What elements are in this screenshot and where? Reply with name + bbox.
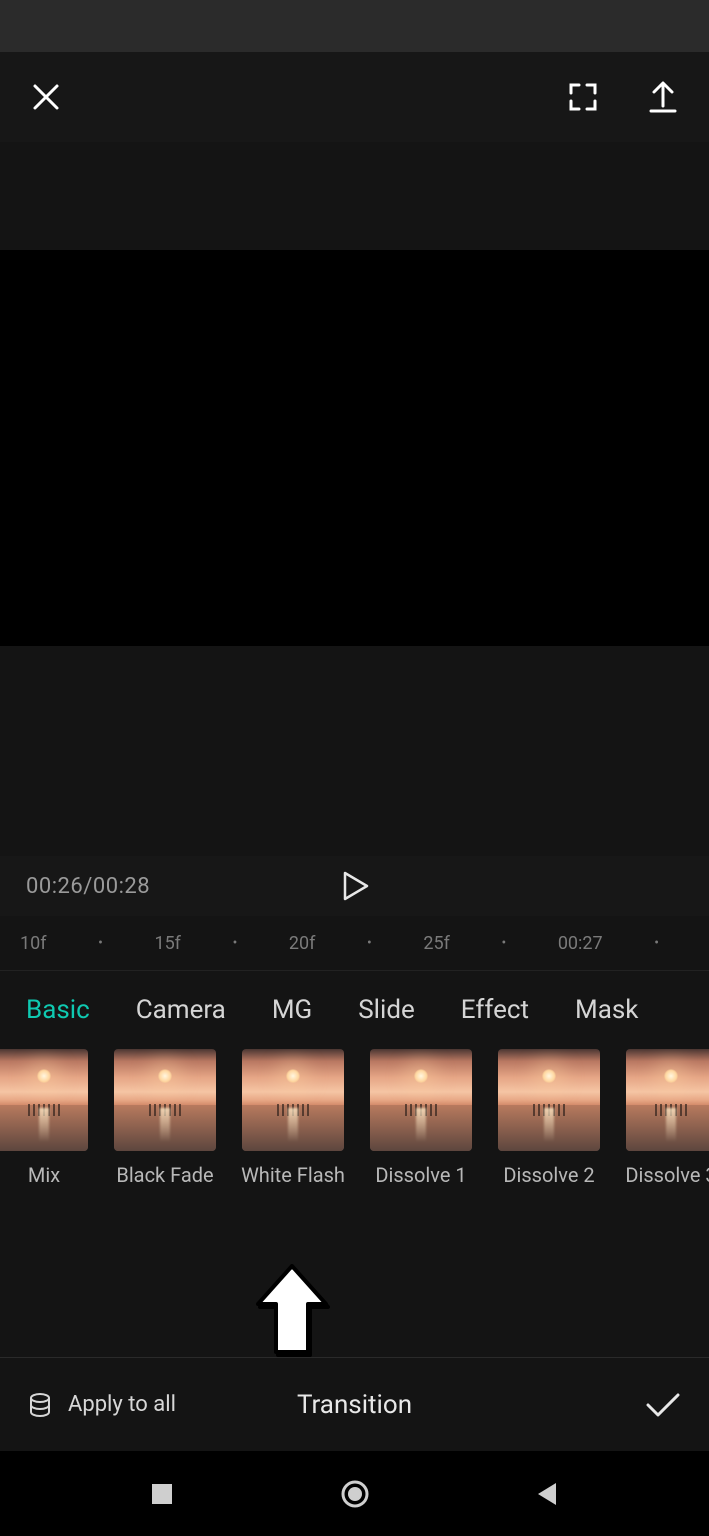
preset-label: Black Fade [116,1163,213,1187]
category-tabs: Basic Camera MG Slide Effect Mask [0,971,709,1041]
close-button[interactable] [26,77,66,117]
preset-thumb [370,1049,472,1151]
check-icon [645,1391,681,1419]
preset-white-flash[interactable]: White Flash [242,1049,344,1187]
preset-label: Mix [28,1163,60,1187]
ruler-mark: 20f [289,933,316,954]
tab-camera[interactable]: Camera [136,995,226,1025]
time-total: 00:28 [93,874,150,899]
transition-panel: Basic Camera MG Slide Effect Mask Mix [0,970,709,1357]
preset-label: Dissolve 1 [375,1163,466,1187]
export-button[interactable] [643,77,683,117]
circle-icon [339,1478,371,1510]
preset-dissolve-3[interactable]: Dissolve 3 [626,1049,709,1187]
apply-to-all-label: Apply to all [68,1392,176,1417]
presets-scroll[interactable]: Mix Black Fade White Flash [0,1041,709,1357]
ruler-mark: 10f [20,933,47,954]
play-button[interactable] [335,866,375,906]
preset-thumb [626,1049,709,1151]
tab-mg[interactable]: MG [272,995,312,1025]
top-bar [0,52,709,142]
tab-mask[interactable]: Mask [575,995,638,1025]
preset-thumb [242,1049,344,1151]
preset-label: Dissolve 2 [503,1163,594,1187]
close-icon [31,82,61,112]
nav-back-button[interactable] [517,1464,577,1524]
preset-mix[interactable]: Mix [0,1049,88,1187]
square-icon [150,1482,174,1506]
layers-icon [26,1391,54,1419]
preset-thumb [0,1049,88,1151]
tab-effect[interactable]: Effect [461,995,529,1025]
preset-label: Dissolve 3 [625,1163,709,1187]
play-icon [341,871,369,901]
panel-title: Transition [297,1390,412,1420]
preset-black-fade[interactable]: Black Fade [114,1049,216,1187]
expand-button[interactable] [563,77,603,117]
apply-to-all-button[interactable]: Apply to all [26,1391,176,1419]
status-bar [0,0,709,52]
timeline-ruler[interactable]: 10f • 15f • 20f • 25f • 00:27 • [0,916,709,970]
nav-recent-button[interactable] [132,1464,192,1524]
preset-thumb [114,1049,216,1151]
playback-time: 00:26/00:28 [26,874,150,899]
ruler-mark: 00:27 [558,933,603,954]
tab-basic[interactable]: Basic [26,995,90,1025]
preset-label: White Flash [241,1163,345,1187]
preview-padding-top [0,142,709,250]
playback-bar: 00:26/00:28 [0,856,709,916]
android-nav-bar [0,1451,709,1536]
upload-icon [647,80,679,114]
preset-thumb [498,1049,600,1151]
ruler-mark: 15f [154,933,181,954]
nav-home-button[interactable] [325,1464,385,1524]
triangle-back-icon [534,1481,560,1507]
video-preview[interactable] [0,250,709,646]
ruler-mark: 25f [423,933,450,954]
preset-dissolve-2[interactable]: Dissolve 2 [498,1049,600,1187]
preset-dissolve-1[interactable]: Dissolve 1 [370,1049,472,1187]
panel-footer: Apply to all Transition [0,1357,709,1451]
tab-slide[interactable]: Slide [358,995,415,1025]
expand-icon [567,81,599,113]
time-current: 00:26 [26,874,83,899]
confirm-button[interactable] [643,1385,683,1425]
preview-padding-bottom [0,646,709,856]
